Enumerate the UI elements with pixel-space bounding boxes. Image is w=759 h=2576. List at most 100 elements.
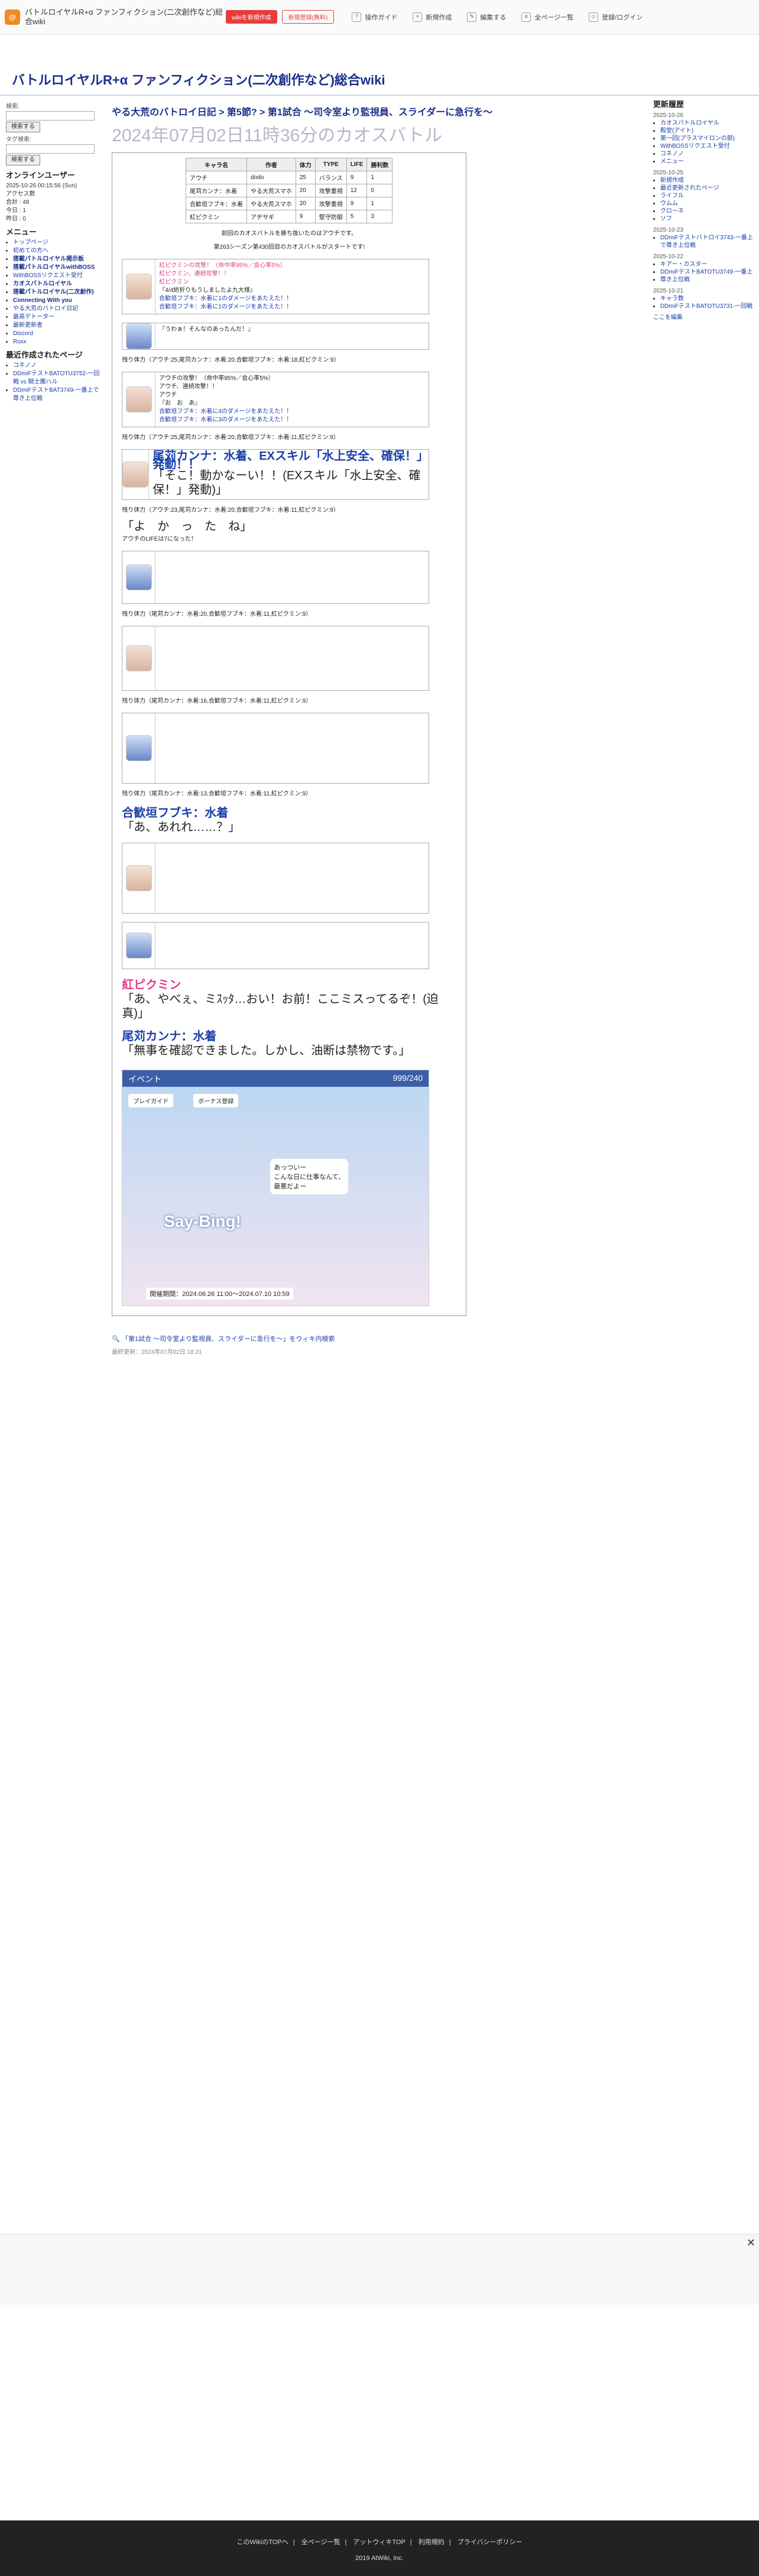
- user-icon: ☺: [589, 12, 599, 22]
- search-button[interactable]: 検索する: [6, 122, 40, 132]
- footer-link[interactable]: アットウィキTOP: [353, 2539, 405, 2546]
- dialogue-box: 紅ピクミンの攻撃！（命中率95%／会心率5%） 紅ピクミン、連続攻撃！！ 紅ピク…: [122, 259, 430, 314]
- menu-item[interactable]: 搭載パトルロイヤル掲示板: [13, 256, 84, 262]
- history-link[interactable]: キャラ数: [660, 295, 684, 302]
- history-link[interactable]: 尊き上位戦: [660, 277, 690, 283]
- all-pages-tool[interactable]: ≡ 全ページ一覧: [521, 12, 573, 22]
- dialogue-box: [122, 843, 430, 914]
- top-bar: @ バトルロイヤルR+α ファンフィクション(二次創作など)総合wiki wik…: [0, 0, 759, 34]
- book-icon: ?: [352, 12, 362, 22]
- history-link[interactable]: WithBOSSリクエスト受付: [660, 143, 730, 150]
- edit-tool[interactable]: ✎ 編集する: [467, 12, 506, 22]
- history-link[interactable]: DDmiFテストBATOTU3749-一番上: [660, 269, 752, 275]
- ko-message: 「よ か っ た ね」 アウチのLIFEは7になった！: [122, 520, 252, 543]
- dialogue-box: 尾苅カンナ：水着、EXスキル「水上安全、確保！」発動！！ 「そこ！動かなーい！！…: [122, 449, 430, 500]
- menu-item[interactable]: 搭載パトルロイヤルwithBOSS: [13, 264, 95, 271]
- battle-start: 第263シーズン第430回目のカオスバトルがスタートです!: [213, 244, 365, 251]
- menu-item[interactable]: 初めての方へ: [13, 248, 48, 254]
- new-page-tool[interactable]: + 新規作成: [413, 12, 452, 22]
- history-link[interactable]: クローネ: [660, 208, 684, 215]
- breadcrumb[interactable]: やる大荒のバトロイ日記 > 第5節? > 第1試合 〜司令室より監視員、スライダ…: [112, 104, 641, 118]
- menu-item[interactable]: WithBOSSリクエスト受付: [13, 272, 83, 279]
- history-link[interactable]: ソフ: [660, 216, 672, 222]
- history-link[interactable]: 第一回(プラスマイロンの部): [660, 135, 735, 142]
- search-input[interactable]: [6, 111, 95, 121]
- left-sidebar: 検索: 検索する タグ検索: 検索する オンラインユーザー 2025-10-26…: [0, 96, 106, 1360]
- footer: このWikiのTOPへ | 全ページ一覧 | アットウィキTOP | 利用規約 | プラ…: [0, 2520, 759, 2576]
- menu-item[interactable]: Roxx: [13, 339, 27, 345]
- page-title: 2024年07月02日11時36分のカオスバトル: [112, 126, 443, 145]
- menu-item[interactable]: 最新更新者: [13, 322, 43, 329]
- avatar: [125, 645, 152, 671]
- copyright: 2019 AtWiki, Inc.: [355, 2555, 404, 2562]
- login-tool[interactable]: ☺ 登録/ログイン: [589, 12, 643, 22]
- avatar: [125, 323, 152, 349]
- menu-item[interactable]: カオスバトルロイヤル: [13, 281, 72, 287]
- recent-page-link[interactable]: DDmiFテストBATOTU3752-一回戦 vs 騎士團ハル: [13, 371, 99, 385]
- footer-link[interactable]: このWikiのTOPへ: [237, 2539, 288, 2546]
- dialogue-box: [122, 922, 430, 969]
- table-row: アウチ dodo 25 バランス 9 1: [186, 171, 393, 184]
- menu-title: メニュー: [6, 228, 37, 236]
- recent-page-link[interactable]: コネノノ: [13, 362, 37, 369]
- history-link[interactable]: DDmiFテストバトロイ3743-一番上で尊き上位戦: [660, 235, 753, 249]
- menu-item[interactable]: 搭載パトルロイヤル(二次創作): [13, 289, 94, 295]
- menu-item[interactable]: 最高デトーター: [13, 314, 54, 320]
- speech-bubble: あっついー こんな日に仕事なんて、 最悪だよー: [270, 1159, 349, 1194]
- history-link[interactable]: メニュー: [660, 158, 684, 165]
- hp-status: 残り体力（アウチ:23,尾苅カンナ：水着:20,合歓垣フブキ：水着:11,紅ピク…: [122, 507, 339, 514]
- history-link[interactable]: コネノノ: [660, 151, 684, 157]
- table-row: 尾苅カンナ：水着 やる大荒スマホ 20 攻撃重視 12 0: [186, 184, 393, 197]
- search-icon: 🔍: [112, 1336, 120, 1343]
- register-button[interactable]: 新規登録(無料): [281, 10, 335, 24]
- table-row: 紅ピクミン アヂサギ 9 堅守防御 5 3: [186, 210, 393, 223]
- bonus-button[interactable]: ボーナス登録: [193, 1094, 239, 1107]
- last-updated: 最終更新：2024年07月02日 18:21: [112, 1349, 202, 1356]
- history-link[interactable]: ライフル: [660, 193, 684, 199]
- dialogue-box: アウチの攻撃！（命中率95%／会心率5%） アウチ、連続攻撃！！ アウチ 『お …: [122, 372, 430, 427]
- tag-search-input[interactable]: [6, 144, 95, 154]
- banner-header: イベント 999/240: [122, 1070, 429, 1087]
- hp-status: 残り体力（尾苅カンナ：水着:16,合歓垣フブキ：水着:11,紅ピクミン:9）: [122, 698, 312, 704]
- hp-status: 残り体力（尾苅カンナ：水着:20,合歓垣フブキ：水着:11,紅ピクミン:9）: [122, 611, 312, 618]
- history-link[interactable]: キアー・カスター: [660, 261, 707, 268]
- history-link[interactable]: 殿堂(アイト): [660, 128, 693, 134]
- footer-link[interactable]: プライバシーポリシー: [458, 2539, 523, 2546]
- guide-tool[interactable]: ? 操作ガイド: [352, 12, 397, 22]
- history-link[interactable]: カオスバトルロイヤル: [660, 120, 719, 126]
- menu-item[interactable]: Discord: [13, 330, 33, 337]
- menu-item[interactable]: やる大荒のバトロイ日記: [13, 306, 78, 312]
- create-wiki-button[interactable]: wikiを新規作成: [226, 10, 277, 24]
- ad-overlay: ✕: [0, 2234, 759, 2305]
- avatar: [125, 274, 152, 300]
- menu-item[interactable]: Connecting With you: [13, 297, 72, 304]
- history-link[interactable]: DDmiFテストBATOTU3731-一回戦: [660, 303, 752, 310]
- site-name[interactable]: バトルロイヤルR+α ファンフィクション(二次創作など)総合wiki: [25, 8, 226, 27]
- close-icon[interactable]: ✕: [747, 2237, 755, 2249]
- history-link[interactable]: ウムム: [660, 200, 678, 207]
- tag-search-button[interactable]: 検索する: [6, 155, 40, 165]
- pikmin-message: 紅ピクミン 「あ、やべぇ、ミｽｯﾀ…おい！お前！ここミスってるぞ！(迫真)」: [122, 979, 439, 1020]
- footer-link[interactable]: 利用規約: [419, 2539, 445, 2546]
- hp-status: 残り体力（尾苅カンナ：水着:13,合歓垣フブキ：水着:11,紅ピクミン:9）: [122, 791, 312, 797]
- table-row: 合歓垣フブキ：水着 やる大荒スマホ 20 攻撃重視 9 1: [186, 197, 393, 210]
- game-banner[interactable]: イベント 999/240 プレイガイド ボーナス登録 あっついー こんな日に仕事…: [122, 1070, 430, 1306]
- play-guide-button[interactable]: プレイガイド: [128, 1094, 174, 1107]
- recent-page-link[interactable]: DDmiFテストBAT3749-一番上で尊き上位戦: [13, 387, 99, 402]
- avatar: [125, 933, 152, 959]
- history-link[interactable]: 新規作成: [660, 177, 684, 184]
- kanna-message: 尾苅カンナ：水着 「無事を確認できました。しかし、油断は禁物です。」: [122, 1030, 411, 1057]
- battle-intro: 前回のカオスバトルを勝ち抜いたのはアウチです。: [221, 230, 357, 237]
- main-content: やる大荒のバトロイ日記 > 第5節? > 第1試合 〜司令室より監視員、スライダ…: [106, 96, 647, 1360]
- menu-item[interactable]: トップページ: [13, 239, 48, 246]
- footer-link[interactable]: 全ページ一覧: [301, 2539, 340, 2546]
- dialogue-box: [122, 551, 430, 604]
- avatar: [125, 564, 152, 590]
- edit-here-link[interactable]: ここを編集: [653, 314, 683, 321]
- history-title: 更新履歴: [653, 100, 684, 109]
- wiki-title[interactable]: バトルロイヤルR+α ファンフィクション(二次創作など)総合wiki: [12, 70, 747, 89]
- wiki-logo-icon[interactable]: @: [5, 9, 20, 25]
- plus-icon: +: [413, 12, 423, 22]
- history-link[interactable]: 最近更新されたページ: [660, 185, 719, 191]
- wiki-search-link[interactable]: 🔍 「第1試合 〜司令室より監視員、スライダーに急行を〜」をウィキ内検索: [112, 1334, 641, 1343]
